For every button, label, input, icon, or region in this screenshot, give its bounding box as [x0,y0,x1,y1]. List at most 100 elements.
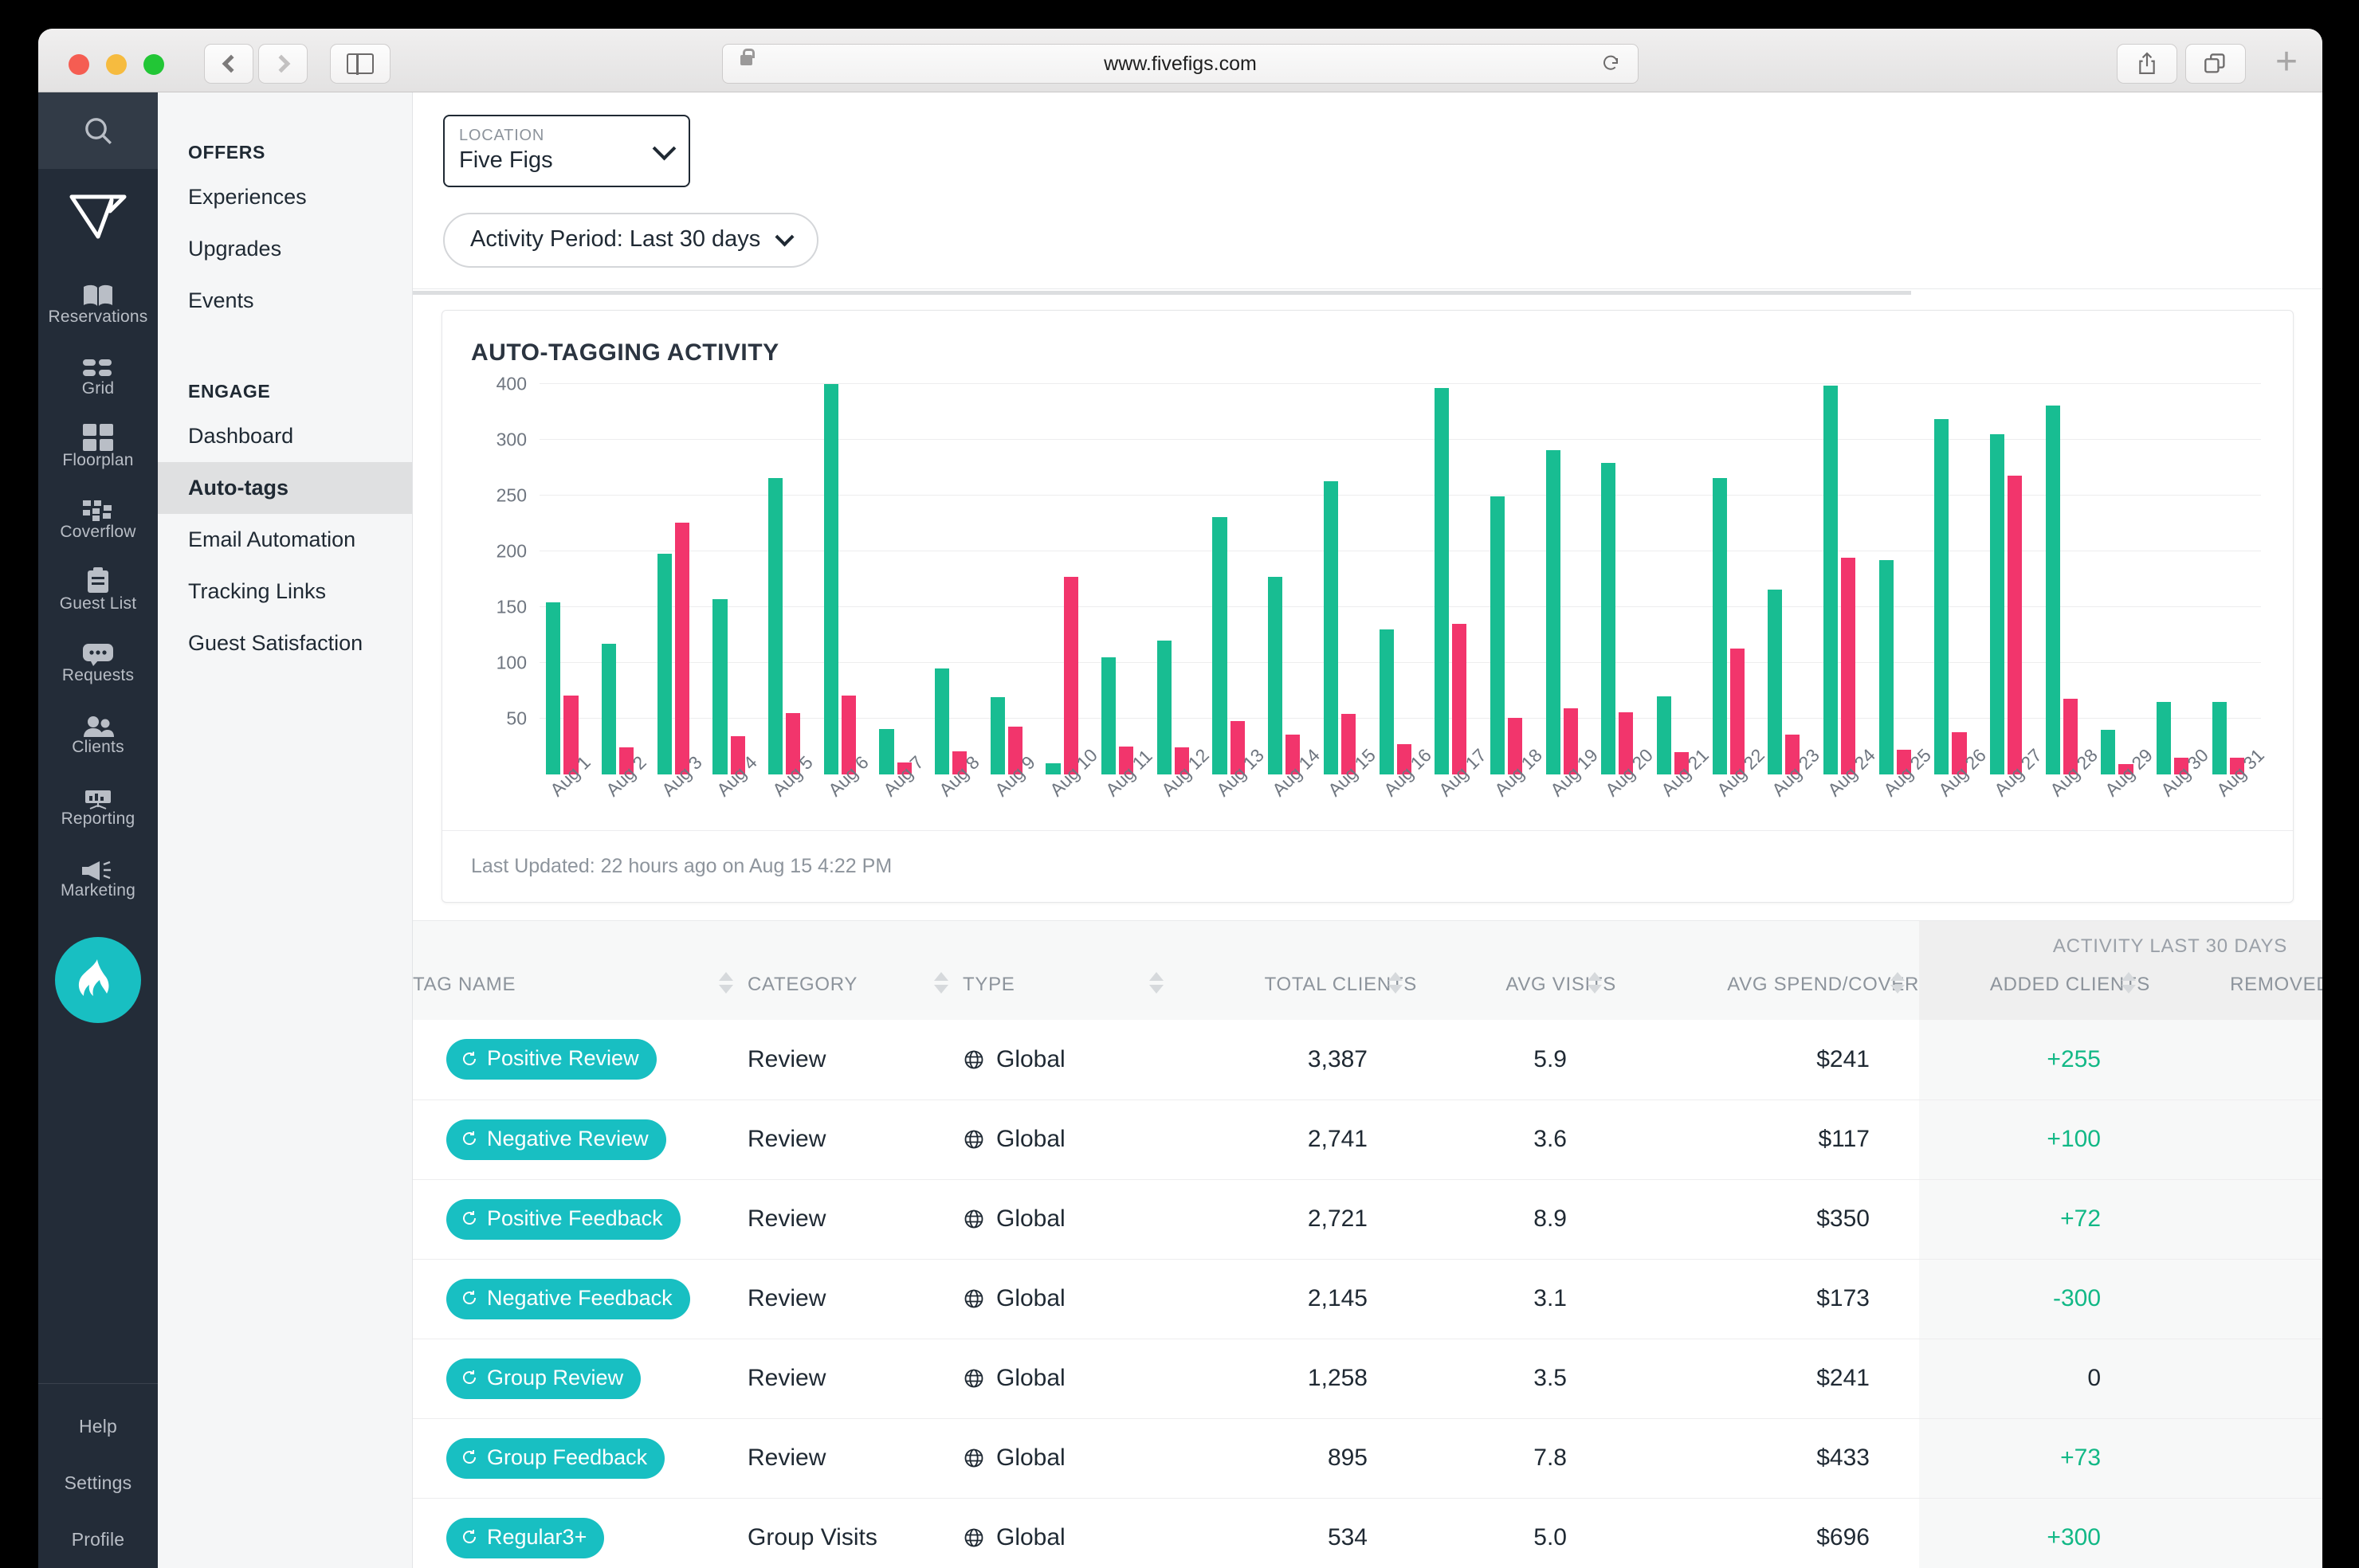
column-header-tag-name[interactable]: TAG NAME [413,961,748,1020]
subnav-item-upgrades[interactable]: Upgrades [158,223,412,275]
chart-bar-group[interactable]: Aug 25 [1878,560,1935,800]
sidebar-item-guest-list[interactable]: Guest List [38,551,158,623]
chart-bar-added [1712,477,1727,774]
chart-bar-group[interactable]: Aug 9 [990,697,1039,800]
chart-bar-group[interactable]: Aug 22 [1712,477,1768,800]
sort-toggle-icon[interactable] [2122,972,2136,994]
chart-bar-group[interactable]: Aug 19 [1545,449,1601,800]
subnav-item-dashboard[interactable]: Dashboard [158,410,412,462]
maximize-window-button[interactable] [143,54,164,75]
chart-bar-group[interactable]: Aug 26 [1934,419,1990,800]
chart-bar-group[interactable]: Aug 20 [1601,463,1657,800]
chart-bar-group[interactable]: Aug 7 [879,728,928,800]
chart-board-icon [38,778,158,809]
sort-toggle-icon[interactable] [934,972,948,994]
subnav-item-email-automation[interactable]: Email Automation [158,514,412,566]
table-row[interactable]: Negative Feedback Review Global 2,145 3.1 $17… [413,1259,2322,1339]
column-header-avg-visits[interactable]: AVG VISITS [1417,961,1616,1020]
sort-toggle-icon[interactable] [719,972,733,994]
forward-button[interactable] [258,44,308,84]
tag-badge[interactable]: Negative Review [446,1119,666,1160]
close-window-button[interactable] [69,54,89,75]
sidebar-item-clients[interactable]: Clients [38,695,158,766]
sidebar-item-help[interactable]: Help [38,1398,158,1455]
sidebar-item-reservations[interactable]: Reservations [38,265,158,336]
subnav-item-events[interactable]: Events [158,275,412,327]
chart-bar-group[interactable]: Aug 5 [768,477,817,800]
chart-bar-group[interactable]: Aug 12 [1156,641,1213,800]
back-button[interactable] [204,44,253,84]
chart-bar-group[interactable]: Aug 11 [1101,657,1156,800]
subnav-item-tracking-links[interactable]: Tracking Links [158,566,412,617]
column-header-removed-clients[interactable]: REMOVED CLIENTS [2150,961,2322,1020]
sidebar-item-requests[interactable]: Requests [38,623,158,695]
chart-bar-group[interactable]: Aug 10 [1046,577,1101,800]
sidebar-toggle-button[interactable] [330,44,391,84]
sidebar-item-floorplan[interactable]: Floorplan [38,408,158,480]
horizontal-scrollbar[interactable] [413,289,2322,296]
tag-badge[interactable]: Group Review [446,1358,642,1399]
brand-logo[interactable] [38,169,158,265]
activity-period-dropdown[interactable]: Activity Period: Last 30 days [443,213,819,268]
sidebar-item-profile[interactable]: Profile [38,1511,158,1568]
sidebar-item-settings[interactable]: Settings [38,1455,158,1511]
chart-bar-group[interactable]: Aug 2 [602,644,650,800]
tag-badge[interactable]: Regular3+ [446,1517,605,1558]
chart-bar-group[interactable]: Aug 27 [1989,434,2046,800]
tag-badge[interactable]: Negative Feedback [446,1278,690,1319]
chart-bar-group[interactable]: Aug 13 [1212,516,1268,800]
chart-bar-group[interactable]: Aug 3 [657,522,706,800]
location-select[interactable]: LOCATION Five Figs [443,115,690,187]
flame-button[interactable] [55,937,141,1023]
chart-bar-group[interactable]: Aug 6 [823,384,873,800]
column-header-total-clients[interactable]: TOTAL CLIENTS [1178,961,1417,1020]
table-row[interactable]: Group Feedback Review Global 8957.8$433+730 [413,1418,2322,1499]
sidebar-item-grid[interactable]: Grid [38,336,158,408]
address-bar[interactable]: www.fivefigs.com [722,44,1639,84]
sort-toggle-icon[interactable] [1890,972,1905,994]
sidebar-item-coverflow[interactable]: Coverflow [38,480,158,551]
subnav-item-guest-satisfaction[interactable]: Guest Satisfaction [158,617,412,669]
chart-bar-group[interactable]: Aug 16 [1379,629,1435,800]
global-search-button[interactable] [38,92,158,169]
column-header-avg-spend-cover[interactable]: AVG SPEND/COVER [1616,961,1919,1020]
sidebar-item-reporting[interactable]: Reporting [38,766,158,838]
chart-bar-group[interactable]: Aug 28 [2045,405,2102,800]
column-header-type[interactable]: TYPE [963,961,1178,1020]
tag-badge[interactable]: Positive Review [446,1039,657,1080]
table-row[interactable]: Group Review Review Global 1,2583.5$2410-5 [413,1339,2322,1419]
sort-toggle-icon[interactable] [1388,972,1403,994]
chart-bar-group[interactable]: Aug 21 [1656,696,1713,800]
chart-bar-group[interactable]: Aug 1 [546,602,595,800]
tag-badge[interactable]: Positive Feedback [446,1198,681,1240]
column-header-added-clients[interactable]: ADDED CLIENTS [1919,961,2150,1020]
share-button[interactable] [2117,44,2177,84]
minimize-window-button[interactable] [106,54,127,75]
chart-bar-group[interactable]: Aug 24 [1823,386,1879,800]
chart-bar-group[interactable]: Aug 15 [1323,480,1380,800]
chart-bar-group[interactable]: Aug 18 [1490,496,1546,800]
chart-bar-group[interactable]: Aug 31 [2212,702,2268,800]
sidebar-item-marketing[interactable]: Marketing [38,838,158,910]
chart-bar-group[interactable]: Aug 8 [935,668,983,800]
chart-bar-group[interactable]: Aug 17 [1435,387,1490,800]
reload-icon[interactable] [1601,54,1620,73]
column-header-category[interactable]: CATEGORY [748,961,963,1020]
chart-bar-group[interactable]: Aug 14 [1268,577,1324,800]
chart-bar-group[interactable]: Aug 23 [1768,589,1823,800]
subnav-item-experiences[interactable]: Experiences [158,171,412,223]
table-row[interactable]: Positive Review Review Global 3,387 5.9 $241 +… [413,1020,2322,1100]
chart-bar-added [602,644,617,774]
tab-overview-button[interactable] [2185,44,2246,84]
new-tab-button[interactable]: + [2268,43,2305,83]
chart-bar-group[interactable]: Aug 30 [2157,702,2212,800]
tag-badge[interactable]: Group Feedback [446,1437,665,1479]
table-row[interactable]: Regular3+ Group Visits Global 534 5.0 $696 +30… [413,1498,2322,1568]
subnav-item-auto-tags[interactable]: Auto-tags [158,462,412,514]
chart-bar-group[interactable]: Aug 29 [2101,730,2157,800]
chart-bar-group[interactable]: Aug 4 [712,599,761,800]
sort-toggle-icon[interactable] [1588,972,1602,994]
sort-toggle-icon[interactable] [1149,972,1164,994]
table-row[interactable]: Positive Feedback Review Global 2,721 8.9 $35… [413,1179,2322,1260]
table-row[interactable]: Negative Review Review Global 2,741 3.6 $117 +… [413,1100,2322,1180]
